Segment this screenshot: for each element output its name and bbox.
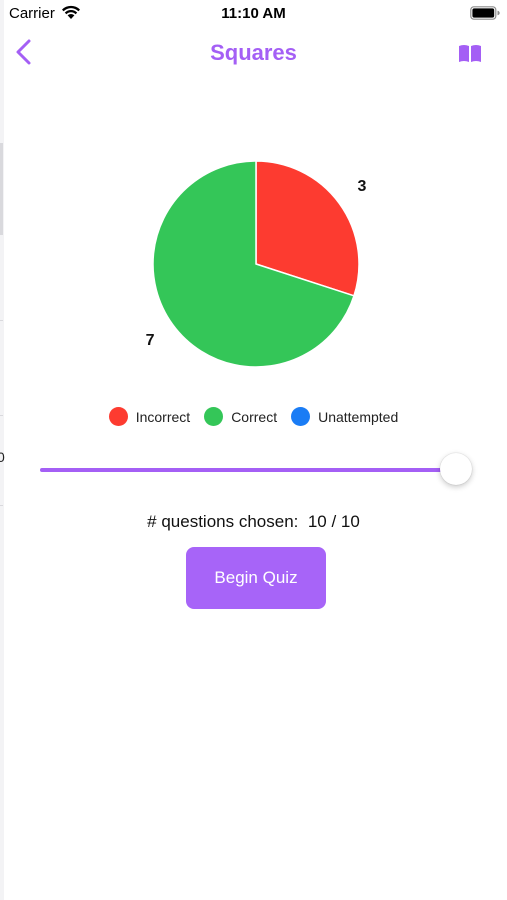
legend-label: Correct [231, 408, 278, 425]
legend-item: Incorrect [108, 407, 191, 426]
slice-value-label: 3 [358, 178, 367, 195]
legend-item: Correct [204, 407, 277, 426]
slider-thumb[interactable] [440, 453, 472, 485]
battery-full-icon [470, 6, 500, 20]
chart-legend: Incorrect Correct Unattempted [0, 407, 507, 426]
slider-track [40, 468, 458, 472]
legend-swatch [204, 407, 224, 426]
begin-quiz-button[interactable]: Begin Quiz [186, 547, 326, 609]
navigation-bar: Squares [0, 30, 507, 76]
questions-chosen-label: # questions chosen: 10 / 10 [147, 512, 360, 531]
pie-chart-svg: 37 [146, 160, 367, 368]
legend-label: Unattempted [318, 408, 399, 425]
study-book-button[interactable] [456, 41, 484, 65]
status-time: 11:10 AM [221, 5, 286, 22]
results-pie-chart: 37 [0, 130, 507, 390]
edge-text: 0 [0, 449, 5, 465]
open-book-icon [459, 45, 481, 62]
legend-label: Incorrect [135, 408, 191, 425]
edge-mark [0, 505, 3, 506]
legend-item: Unattempted [291, 407, 398, 426]
legend-swatch [108, 407, 128, 426]
slice-value-label: 7 [146, 332, 155, 349]
page-title: Squares [210, 40, 297, 65]
status-bar: Carrier 11:10 AM [0, 0, 507, 28]
question-count-slider[interactable] [40, 452, 474, 488]
legend-swatch [291, 407, 311, 426]
quiz-setup-screen: 0 Carrier 11:10 AM Squares 3 7 Incorrect… [0, 0, 507, 900]
